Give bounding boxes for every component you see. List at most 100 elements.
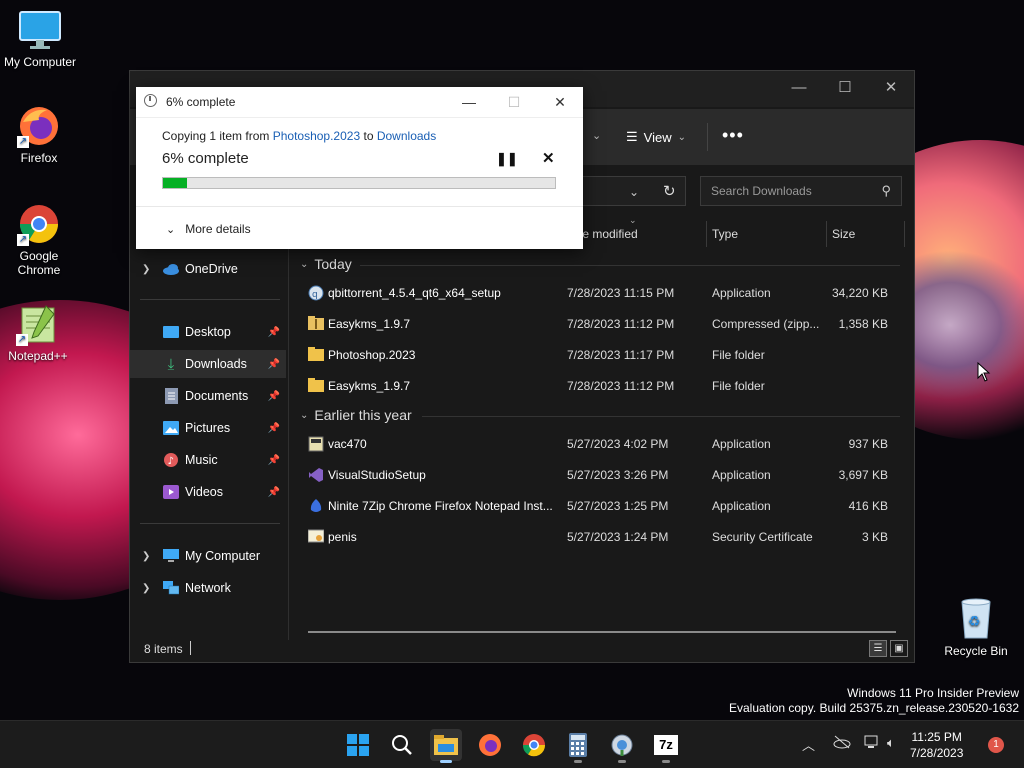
- chevron-up-icon[interactable]: ︿: [802, 735, 815, 754]
- notification-badge[interactable]: 1: [988, 737, 1004, 753]
- column-header-size[interactable]: Size: [832, 227, 855, 241]
- nav-item-pictures[interactable]: Pictures 📌: [130, 414, 286, 442]
- horizontal-scrollbar[interactable]: [308, 631, 896, 633]
- close-icon[interactable]: ✕: [868, 71, 914, 103]
- progress-bar: [162, 177, 556, 189]
- copy-progress-dialog: 6% complete — ☐ ✕ Copying 1 item from Ph…: [136, 87, 583, 249]
- videos-icon: [162, 484, 180, 500]
- more-options-icon[interactable]: •••: [722, 125, 744, 146]
- nav-item-videos[interactable]: Videos 📌: [130, 478, 286, 506]
- chevron-down-icon[interactable]: ⌄: [629, 185, 639, 199]
- file-row[interactable]: VisualStudioSetup 5/27/2023 3:26 PM Appl…: [300, 460, 900, 490]
- file-row[interactable]: q qbittorrent_4.5.4_qt6_x64_setup 7/28/2…: [300, 278, 900, 308]
- network-icon: [162, 580, 180, 596]
- view-button[interactable]: ☰ View ⌄: [626, 129, 686, 145]
- cancel-icon[interactable]: ✕: [542, 149, 555, 167]
- desktop-icon-label: My Computer: [3, 55, 77, 69]
- destination-link[interactable]: Downloads: [377, 129, 436, 143]
- seven-zip-icon[interactable]: 7z: [650, 729, 682, 763]
- svg-text:q: q: [312, 290, 318, 300]
- firefox-icon: ↗: [17, 104, 61, 148]
- progress-fill: [163, 178, 187, 188]
- ninite-icon: [308, 498, 324, 512]
- chevron-right-icon[interactable]: ❯: [142, 583, 150, 594]
- desktop-icon-notepad-plus-plus[interactable]: ↗ Notepad++: [0, 302, 78, 363]
- evaluation-watermark: Windows 11 Pro Insider Preview Evaluatio…: [729, 686, 1019, 715]
- cloud-offline-icon[interactable]: [833, 735, 851, 752]
- chevron-down-icon: ⌄: [677, 131, 686, 143]
- pin-icon[interactable]: 📌: [268, 487, 280, 498]
- network-status-icon[interactable]: [864, 735, 880, 752]
- desktop-icon-label: Notepad++: [8, 349, 68, 363]
- recycle-bin-icon: ♻: [956, 596, 996, 640]
- taskbar: 7z ︿ 🔈︎ 11:25 PM 7/28/2023 1: [0, 720, 1024, 768]
- folder-icon: [308, 378, 324, 392]
- column-header-type[interactable]: Type: [712, 227, 738, 241]
- volume-icon[interactable]: 🔈︎: [887, 735, 895, 751]
- firefox-icon[interactable]: [474, 729, 506, 761]
- source-link[interactable]: Photoshop.2023: [273, 129, 360, 143]
- desktop-icon-firefox[interactable]: ↗ Firefox: [0, 104, 79, 165]
- pause-icon[interactable]: ❚❚: [496, 151, 518, 167]
- maximize-icon[interactable]: ☐: [822, 71, 868, 103]
- pin-icon[interactable]: 📌: [268, 455, 280, 466]
- search-icon[interactable]: [386, 729, 418, 761]
- refresh-icon[interactable]: ↻: [663, 182, 676, 200]
- visual-studio-icon: [308, 467, 324, 482]
- pin-icon[interactable]: 📌: [268, 391, 280, 402]
- chevron-right-icon[interactable]: ❯: [142, 551, 150, 562]
- pin-icon[interactable]: 📌: [268, 423, 280, 434]
- desktop-icon-my-computer[interactable]: My Computer: [0, 8, 80, 69]
- nav-item-network[interactable]: ❯ Network: [130, 574, 286, 602]
- dialog-titlebar[interactable]: 6% complete — ☐ ✕: [136, 87, 583, 118]
- tiles-view-icon[interactable]: ▣: [890, 640, 908, 657]
- group-header-today[interactable]: ⌄ Today: [300, 256, 352, 272]
- chevron-down-icon[interactable]: ⌄: [592, 129, 601, 142]
- pin-icon[interactable]: 📌: [268, 359, 280, 370]
- file-row[interactable]: Photoshop.2023 7/28/2023 11:17 PM File f…: [300, 340, 900, 370]
- desktop-icon-recycle-bin[interactable]: ♻ Recycle Bin: [940, 596, 1012, 658]
- chrome-icon[interactable]: [518, 729, 550, 761]
- nav-item-music[interactable]: ♪ Music 📌: [130, 446, 286, 474]
- file-row[interactable]: Ninite 7Zip Chrome Firefox Notepad Inst.…: [300, 491, 900, 521]
- minimize-icon[interactable]: —: [776, 71, 822, 103]
- file-explorer-icon[interactable]: [430, 729, 462, 763]
- setup-installer-icon[interactable]: [606, 729, 638, 763]
- nav-item-onedrive[interactable]: ❯ OneDrive: [130, 255, 286, 283]
- view-list-icon: ☰: [626, 129, 638, 144]
- chevron-right-icon[interactable]: ❯: [142, 264, 150, 275]
- group-header-earlier-this-year[interactable]: ⌄ Earlier this year: [300, 407, 412, 423]
- desktop-icon-label: Google Chrome: [17, 249, 61, 277]
- nav-item-my-computer[interactable]: ❯ My Computer: [130, 542, 286, 570]
- calculator-icon[interactable]: [562, 729, 594, 763]
- file-row[interactable]: Easykms_1.9.7 7/28/2023 11:12 PM Compres…: [300, 309, 900, 339]
- file-row[interactable]: Easykms_1.9.7 7/28/2023 11:12 PM File fo…: [300, 371, 900, 401]
- details-view-icon[interactable]: ☰: [869, 640, 887, 657]
- file-row[interactable]: vac470 5/27/2023 4:02 PM Application 937…: [300, 429, 900, 459]
- navigation-pane: ❯ OneDrive Desktop 📌 ⤓ Downloads 📌 Docum…: [130, 215, 289, 640]
- monitor-icon: [162, 548, 180, 564]
- more-details-button[interactable]: ⌄ More details: [166, 222, 251, 236]
- notepad-plus-plus-icon: ↗: [16, 302, 60, 346]
- search-input[interactable]: [709, 183, 873, 199]
- nav-item-documents[interactable]: Documents 📌: [130, 382, 286, 410]
- minimize-icon[interactable]: —: [451, 91, 487, 113]
- nav-item-desktop[interactable]: Desktop 📌: [130, 318, 286, 346]
- nav-item-downloads[interactable]: ⤓ Downloads 📌: [130, 350, 286, 378]
- copy-description: Copying 1 item from Photoshop.2023 to Do…: [162, 129, 437, 143]
- close-icon[interactable]: ✕: [542, 91, 578, 113]
- start-icon[interactable]: [342, 729, 374, 761]
- clock-icon: [144, 94, 157, 107]
- monitor-icon: [18, 8, 62, 52]
- desktop-icon-chrome[interactable]: ↗ Google Chrome: [0, 202, 79, 277]
- column-header-date-modified[interactable]: te modified: [579, 227, 638, 241]
- download-icon: ⤓: [167, 355, 175, 373]
- system-clock[interactable]: 11:25 PM 7/28/2023: [910, 729, 963, 761]
- search-icon[interactable]: ⚲: [881, 183, 891, 199]
- pin-icon[interactable]: 📌: [268, 327, 280, 338]
- address-bar[interactable]: ⌄ ↻: [570, 176, 686, 206]
- search-box[interactable]: ⚲: [700, 176, 902, 206]
- file-row[interactable]: penis 5/27/2023 1:24 PM Security Certifi…: [300, 522, 900, 552]
- qbittorrent-icon: q: [308, 285, 324, 301]
- cloud-icon: [162, 261, 180, 277]
